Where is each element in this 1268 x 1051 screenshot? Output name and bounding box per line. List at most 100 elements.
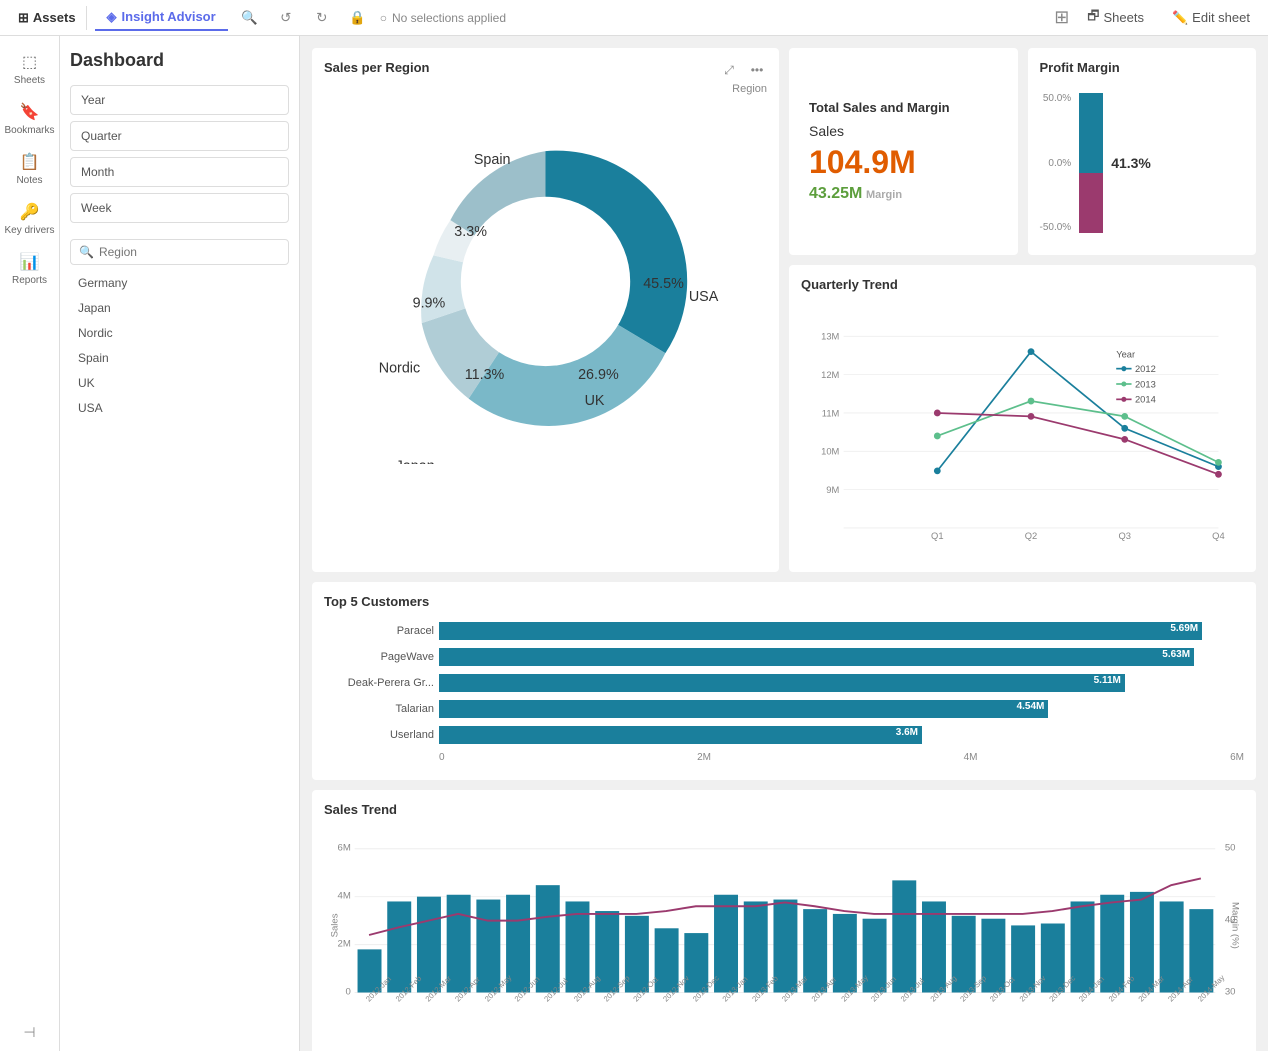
bar-label-deak: Deak-Perera Gr... bbox=[324, 677, 434, 689]
sheets-icon: 🗗 bbox=[1087, 7, 1099, 29]
region-item-nordic[interactable]: Nordic bbox=[70, 321, 289, 345]
top5-bar-chart: Paracel 5.69M PageWave 5.63M bbox=[324, 617, 1244, 768]
svg-text:50: 50 bbox=[1225, 843, 1236, 854]
svg-text:Spain: Spain bbox=[474, 152, 511, 168]
profit-zero-pct: 0.0% bbox=[1040, 158, 1072, 169]
svg-text:30: 30 bbox=[1225, 986, 1236, 997]
collapse-button[interactable]: ⊣ bbox=[13, 1014, 45, 1051]
region-item-spain[interactable]: Spain bbox=[70, 346, 289, 370]
svg-text:13M: 13M bbox=[821, 332, 839, 342]
region-search-box[interactable]: 🔍 bbox=[70, 239, 289, 265]
region-legend-label: Region bbox=[324, 83, 767, 95]
redo-icon-btn[interactable]: ↻ bbox=[308, 4, 336, 32]
margin-label: Margin bbox=[866, 189, 902, 201]
sidebar-item-sheets[interactable]: ⬚ Sheets bbox=[2, 46, 58, 92]
sales-per-region-card: Sales per Region ⤢ ••• Region bbox=[312, 48, 779, 572]
svg-text:USA: USA bbox=[689, 289, 719, 305]
insight-advisor-tab[interactable]: ◈ Insight Advisor bbox=[95, 5, 228, 31]
svg-text:2M: 2M bbox=[338, 939, 351, 950]
region-search-input[interactable] bbox=[99, 245, 280, 259]
svg-text:26.9%: 26.9% bbox=[578, 367, 619, 383]
no-selections-label: ○ No selections applied bbox=[380, 11, 506, 25]
region-item-usa[interactable]: USA bbox=[70, 396, 289, 420]
sidebar-item-key-drivers[interactable]: 🔑 Key drivers bbox=[2, 196, 58, 242]
region-item-uk[interactable]: UK bbox=[70, 371, 289, 395]
left-sidebar: ⬚ Sheets 🔖 Bookmarks 📋 Notes 🔑 Key drive… bbox=[0, 36, 60, 1051]
svg-text:0: 0 bbox=[346, 986, 351, 997]
filter-year[interactable]: Year bbox=[70, 85, 289, 115]
grid-icon: ⊞ bbox=[1054, 7, 1069, 28]
search-icon-btn[interactable]: 🔍 bbox=[236, 4, 264, 32]
sales-trend-card: Sales Trend 6M 4M 2M 0 50 40 30 bbox=[312, 790, 1256, 1051]
profit-margin-card: Profit Margin 50.0% 0.0% -50.0% bbox=[1028, 48, 1257, 255]
quarterly-trend-chart: 13M 12M 11M 10M 9M Q1 Q2 Q3 Q4 bbox=[801, 300, 1244, 560]
svg-text:12M: 12M bbox=[821, 370, 839, 380]
bar-label-userland: Userland bbox=[324, 729, 434, 741]
bar-row-userland: Userland 3.6M bbox=[324, 726, 1244, 744]
expand-icon[interactable]: ⤢ bbox=[717, 58, 741, 82]
bar-row-paracel: Paracel 5.69M bbox=[324, 622, 1244, 640]
region-section: 🔍 Germany Japan Nordic Spain UK USA bbox=[70, 239, 289, 420]
svg-text:11M: 11M bbox=[822, 408, 840, 418]
filter-month[interactable]: Month bbox=[70, 157, 289, 187]
svg-text:11.3%: 11.3% bbox=[465, 367, 505, 383]
quarterly-trend-title: Quarterly Trend bbox=[801, 277, 1244, 292]
sidebar-item-notes[interactable]: 📋 Notes bbox=[2, 146, 58, 192]
edit-sheet-button[interactable]: ✏️ Edit sheet bbox=[1162, 6, 1260, 30]
sales-trend-chart: 6M 4M 2M 0 50 40 30 bbox=[324, 825, 1244, 1045]
insight-label: Insight Advisor bbox=[122, 9, 216, 24]
profit-top-pct: 50.0% bbox=[1040, 93, 1072, 104]
quarterly-trend-card: Quarterly Trend 13M 12M bbox=[789, 265, 1256, 572]
sidebar-item-bookmarks[interactable]: 🔖 Bookmarks bbox=[2, 96, 58, 142]
svg-text:Japan: Japan bbox=[396, 458, 435, 463]
bar-row-talarian: Talarian 4.54M bbox=[324, 700, 1244, 718]
sheets-button[interactable]: 🗗 Sheets bbox=[1077, 3, 1154, 33]
svg-text:UK: UK bbox=[585, 393, 605, 409]
sales-per-region-title: Sales per Region bbox=[324, 60, 767, 75]
bar-axis: 02M4M6M bbox=[324, 752, 1244, 763]
card-icons: ⤢ ••• bbox=[717, 58, 769, 82]
svg-text:Sales: Sales bbox=[329, 913, 340, 937]
bookmarks-icon: 🔖 bbox=[20, 102, 40, 122]
search-icon: 🔍 bbox=[79, 245, 94, 259]
sheets-icon: ⬚ bbox=[22, 52, 37, 72]
more-icon[interactable]: ••• bbox=[745, 58, 769, 82]
top5-customers-card: Top 5 Customers Paracel 5.69M PageWave bbox=[312, 582, 1256, 780]
circle-icon: ○ bbox=[380, 11, 387, 25]
undo-icon-btn[interactable]: ↺ bbox=[272, 4, 300, 32]
bar-track-paracel: 5.69M bbox=[439, 622, 1244, 640]
assets-button[interactable]: ⊞ Assets bbox=[8, 6, 87, 30]
margin-value: 43.25M bbox=[809, 185, 862, 202]
bar-label-talarian: Talarian bbox=[324, 703, 434, 715]
sales-label: Sales bbox=[809, 123, 998, 139]
profit-title: Profit Margin bbox=[1040, 60, 1245, 75]
svg-text:9.9%: 9.9% bbox=[413, 295, 446, 311]
svg-text:3.3%: 3.3% bbox=[454, 224, 487, 240]
filter-panel: Dashboard Year Quarter Month Week 🔍 Germ… bbox=[60, 36, 300, 1051]
total-sales-card: Total Sales and Margin Sales 104.9M 43.2… bbox=[789, 48, 1018, 255]
region-list: Germany Japan Nordic Spain UK USA bbox=[70, 271, 289, 420]
svg-text:Q2: Q2 bbox=[1025, 531, 1038, 541]
svg-text:Q1: Q1 bbox=[931, 531, 944, 541]
svg-text:Year: Year bbox=[1116, 350, 1135, 360]
region-item-japan[interactable]: Japan bbox=[70, 296, 289, 320]
region-item-germany[interactable]: Germany bbox=[70, 271, 289, 295]
svg-text:Nordic: Nordic bbox=[379, 361, 420, 377]
sidebar-item-reports[interactable]: 📊 Reports bbox=[2, 246, 58, 292]
sales-trend-title: Sales Trend bbox=[324, 802, 1244, 817]
svg-text:2012: 2012 bbox=[1135, 364, 1156, 374]
svg-text:45.5%: 45.5% bbox=[643, 276, 684, 292]
lock-icon-btn[interactable]: 🔒 bbox=[344, 4, 372, 32]
svg-text:6M: 6M bbox=[338, 843, 351, 854]
pencil-icon: ✏️ bbox=[1172, 10, 1188, 26]
topbar: ⊞ Assets ◈ Insight Advisor 🔍 ↺ ↻ 🔒 ○ No … bbox=[0, 0, 1268, 36]
profit-pct: 41.3% bbox=[1111, 155, 1151, 171]
donut-chart: USA UK Japan Nordic Spain 45.5% 26.9% 11… bbox=[324, 99, 767, 464]
filter-week[interactable]: Week bbox=[70, 193, 289, 223]
filter-quarter[interactable]: Quarter bbox=[70, 121, 289, 151]
sales-value: 104.9M bbox=[809, 144, 998, 181]
svg-text:Margin (%): Margin (%) bbox=[1230, 902, 1241, 949]
profit-bot-pct: -50.0% bbox=[1040, 222, 1072, 233]
insight-icon: ◈ bbox=[107, 9, 117, 25]
total-sales-title: Total Sales and Margin bbox=[809, 100, 998, 115]
